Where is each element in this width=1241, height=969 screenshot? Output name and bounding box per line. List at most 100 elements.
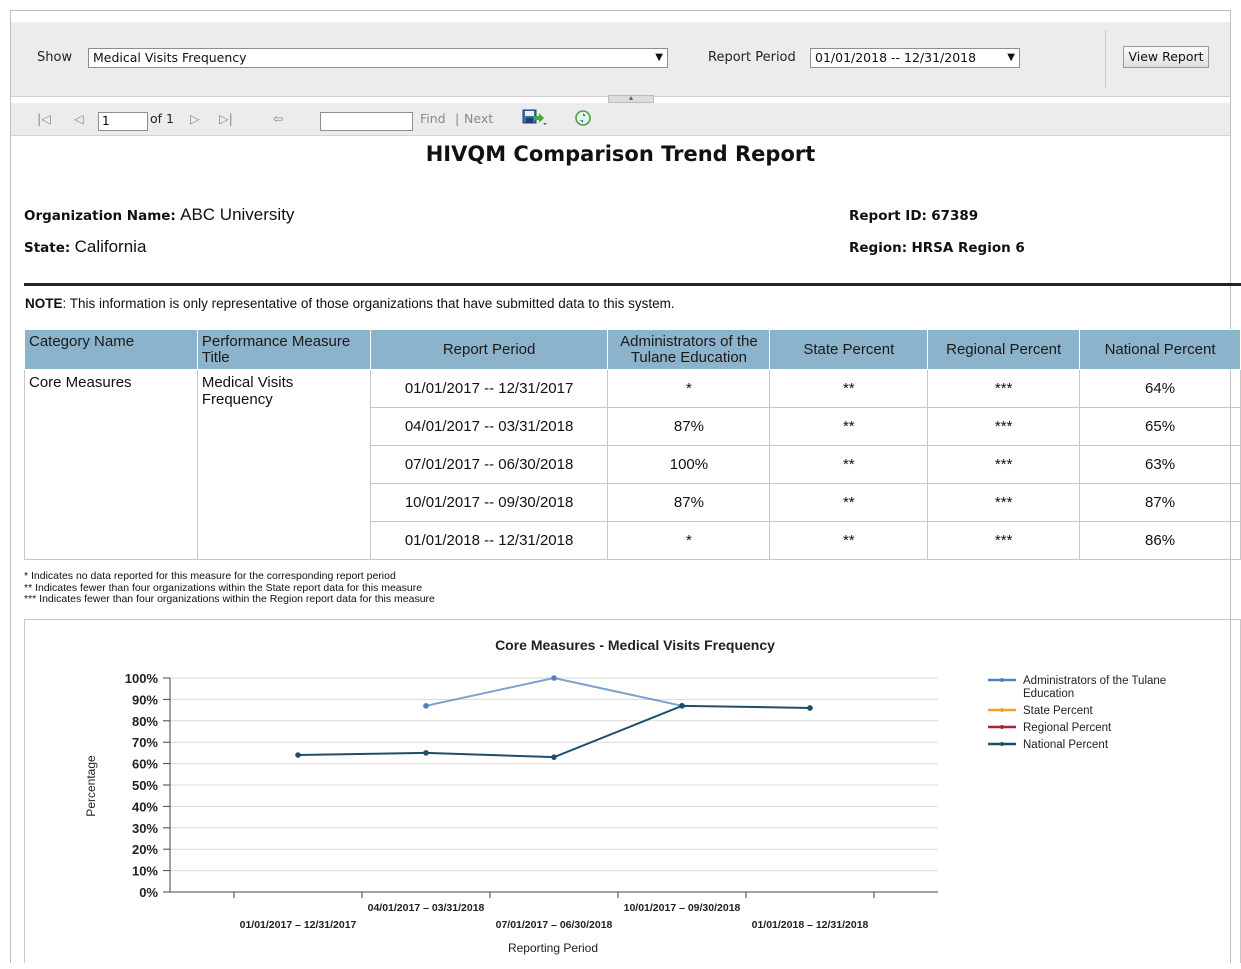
report-id-value: 67389 xyxy=(931,208,979,224)
period-cell: 10/01/2017 -- 09/30/2018 xyxy=(369,483,609,522)
footnote: *** Indicates fewer than four organizati… xyxy=(24,593,435,605)
note-label: NOTE xyxy=(25,296,63,311)
back-icon[interactable]: ⇦ xyxy=(273,111,283,126)
data-point xyxy=(423,750,429,756)
refresh-icon[interactable] xyxy=(574,109,592,130)
data-point xyxy=(295,752,301,758)
state-cell: ** xyxy=(769,445,929,484)
organization-label: Organization Name: xyxy=(24,208,176,224)
report-toolbar: |◁ ◁ 1 of 1 ▷ ▷| ⇦ Find | Next xyxy=(11,103,1230,136)
collapse-parameters-toggle[interactable]: ▲ xyxy=(608,95,654,103)
report-id-info: Report ID: 67389 xyxy=(849,208,978,224)
separator xyxy=(1105,30,1106,88)
state-cell: ** xyxy=(769,483,929,522)
series-line xyxy=(425,676,683,707)
column-header: Administrators of the Tulane Education xyxy=(607,329,771,370)
show-select[interactable]: Medical Visits Frequency ▼ xyxy=(88,48,668,68)
regional-cell: *** xyxy=(927,407,1081,446)
report-id-label: Report ID: xyxy=(849,208,927,224)
export-icon[interactable] xyxy=(522,108,548,129)
state-value: California xyxy=(74,237,147,256)
state-cell: ** xyxy=(769,369,929,408)
divider xyxy=(24,283,1241,286)
legend-marker xyxy=(1000,708,1004,712)
x-tick-label: 10/01/2017 – 09/30/2018 xyxy=(624,902,741,914)
report-period-label: Report Period xyxy=(708,50,796,65)
column-header: Regional Percent xyxy=(927,329,1081,370)
report-period-select[interactable]: 01/01/2018 -- 12/31/2018 ▼ xyxy=(810,48,1020,68)
previous-page-icon[interactable]: ◁ xyxy=(74,111,84,126)
find-link[interactable]: Find xyxy=(420,111,446,126)
find-separator: | xyxy=(455,111,460,126)
legend-label: National Percent xyxy=(1023,739,1109,751)
data-point xyxy=(679,703,685,709)
column-header: Performance Measure Title xyxy=(196,329,371,370)
trend-chart: Core Measures - Medical Visits Frequency… xyxy=(24,619,1241,963)
data-point xyxy=(551,754,557,760)
period-cell: 04/01/2017 -- 03/31/2018 xyxy=(369,407,609,446)
chevron-down-icon: ▼ xyxy=(1007,52,1015,63)
column-header: State Percent xyxy=(769,329,929,370)
data-point xyxy=(423,703,429,709)
chevron-down-icon: ▼ xyxy=(655,52,663,63)
find-input[interactable] xyxy=(320,112,413,131)
state-cell: ** xyxy=(769,407,929,446)
state-info: State: California xyxy=(24,237,146,257)
last-page-icon[interactable]: ▷| xyxy=(219,111,233,126)
y-tick-label: 70% xyxy=(132,735,158,750)
x-tick-label: 07/01/2017 – 06/30/2018 xyxy=(496,919,613,931)
period-cell: 01/01/2017 -- 12/31/2017 xyxy=(369,369,609,408)
column-header: National Percent xyxy=(1079,329,1241,370)
chart-title: Core Measures - Medical Visits Frequency xyxy=(495,637,775,653)
y-tick-label: 20% xyxy=(132,842,158,857)
region-label: Region: xyxy=(849,240,908,256)
organization-info: Organization Name: ABC University xyxy=(24,205,294,225)
y-axis-label: Percentage xyxy=(84,755,98,817)
report-period-select-value: 01/01/2018 -- 12/31/2018 xyxy=(815,50,977,65)
region-info: Region: HRSA Region 6 xyxy=(849,240,1025,256)
next-page-icon[interactable]: ▷ xyxy=(190,111,200,126)
regional-cell: *** xyxy=(927,445,1081,484)
show-label: Show xyxy=(37,50,73,65)
admin-cell: 87% xyxy=(607,407,771,446)
data-point xyxy=(551,675,557,681)
national-cell: 86% xyxy=(1079,521,1241,560)
y-tick-label: 30% xyxy=(132,821,158,836)
legend-label: Administrators of the Tulane xyxy=(1023,675,1166,687)
x-tick-label: 01/01/2017 – 12/31/2017 xyxy=(240,919,357,931)
parameter-bar: Show Medical Visits Frequency ▼ Report P… xyxy=(11,22,1230,97)
comparison-table: Category Name Performance Measure Title … xyxy=(24,329,1241,560)
admin-cell: * xyxy=(607,521,771,560)
organization-value: ABC University xyxy=(180,205,295,224)
y-tick-label: 10% xyxy=(132,864,158,879)
table-row: Core Measures Medical Visits Frequency 0… xyxy=(24,369,1241,560)
national-cell: 65% xyxy=(1079,407,1241,446)
y-tick-label: 100% xyxy=(125,671,159,686)
regional-cell: *** xyxy=(927,369,1081,408)
measure-cell: Medical Visits Frequency xyxy=(196,369,371,560)
first-page-icon[interactable]: |◁ xyxy=(37,111,51,126)
page-number-input[interactable]: 1 xyxy=(98,112,148,131)
legend-label: State Percent xyxy=(1023,705,1093,717)
admin-cell: * xyxy=(607,369,771,408)
table-header-row: Category Name Performance Measure Title … xyxy=(24,329,1241,370)
view-report-button[interactable]: View Report xyxy=(1123,46,1209,68)
footnotes: * Indicates no data reported for this me… xyxy=(24,570,435,606)
show-select-value: Medical Visits Frequency xyxy=(93,50,247,65)
column-header: Report Period xyxy=(369,329,609,370)
national-cell: 63% xyxy=(1079,445,1241,484)
report-title: HIVQM Comparison Trend Report xyxy=(425,142,816,166)
y-tick-label: 90% xyxy=(132,692,158,707)
x-tick-label: 01/01/2018 – 12/31/2018 xyxy=(752,919,869,931)
next-link[interactable]: Next xyxy=(464,111,493,126)
category-cell: Core Measures xyxy=(24,369,198,560)
regional-cell: *** xyxy=(927,521,1081,560)
column-header: Category Name xyxy=(24,329,198,370)
y-tick-label: 0% xyxy=(139,885,158,900)
x-axis-label: Reporting Period xyxy=(508,941,598,955)
legend-label: Education xyxy=(1023,688,1074,700)
state-cell: ** xyxy=(769,521,929,560)
series-line xyxy=(297,704,811,759)
page-count-label: of 1 xyxy=(150,111,174,126)
y-tick-label: 40% xyxy=(132,799,158,814)
